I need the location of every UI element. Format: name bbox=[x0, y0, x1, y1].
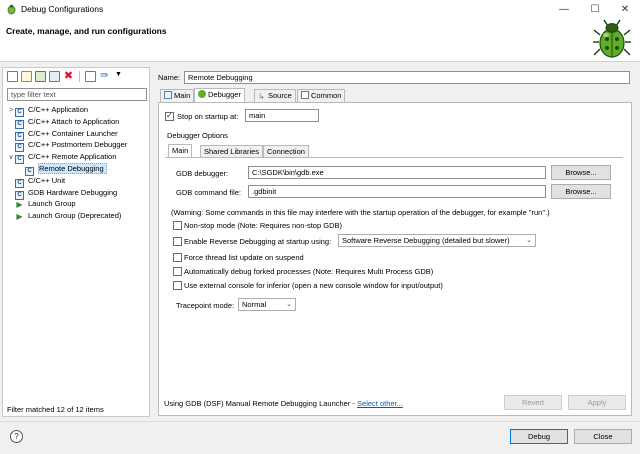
auto-debug-forked-checkbox[interactable] bbox=[173, 267, 182, 276]
tree-item-label: C/C++ Attach to Application bbox=[28, 116, 120, 126]
tree-item[interactable]: ∨ C C/C++ Remote Application bbox=[7, 151, 117, 165]
select-other-link[interactable]: Select other... bbox=[357, 399, 403, 408]
help-icon[interactable]: ? bbox=[10, 430, 23, 443]
source-tab-icon: ↳ bbox=[258, 92, 265, 101]
tab-main[interactable]: Main bbox=[160, 89, 195, 102]
chevron-down-icon[interactable]: ▼ bbox=[115, 71, 122, 78]
gdb-debugger-browse-button[interactable]: Browse... bbox=[551, 165, 611, 180]
inner-tab-divider bbox=[165, 157, 623, 158]
dialog-heading: Create, manage, and run configurations bbox=[6, 26, 167, 36]
inner-tab-connection[interactable]: Connection bbox=[263, 145, 309, 157]
tab-common[interactable]: Common bbox=[297, 89, 346, 102]
reverse-debugging-checkbox[interactable] bbox=[173, 237, 182, 246]
tree-item[interactable]: > C C/C++ Application bbox=[7, 104, 89, 117]
close-button[interactable]: Close bbox=[574, 429, 632, 444]
minimize-button[interactable]: — bbox=[549, 0, 579, 19]
close-window-button[interactable]: ✕ bbox=[610, 0, 640, 19]
inner-tab-shared-libraries[interactable]: Shared Libraries bbox=[200, 145, 264, 157]
tree-item-label: Launch Group bbox=[28, 199, 76, 209]
gdb-command-file-label: GDB command file: bbox=[176, 188, 242, 197]
reverse-debugging-select[interactable]: Software Reverse Debugging (detailed but… bbox=[338, 234, 536, 247]
auto-debug-forked-label: Automatically debug forked processes (No… bbox=[184, 267, 434, 276]
tree-item-label: C/C++ Postmortem Debugger bbox=[28, 140, 128, 150]
inner-tab-main[interactable]: Main bbox=[168, 144, 193, 157]
tree-item[interactable]: C Remote Debugging bbox=[17, 163, 107, 176]
debug-app-icon bbox=[7, 4, 16, 15]
gdb-debugger-input[interactable]: C:\SGDK\bin\gdb.exe bbox=[248, 166, 546, 179]
filter-icon[interactable]: ⇛ bbox=[100, 71, 111, 82]
tracepoint-mode-select[interactable]: Normal ⌄ bbox=[238, 298, 296, 311]
tree-item[interactable]: C GDB Hardware Debugging bbox=[7, 187, 118, 200]
configuration-list-panel: ✖ ⇛ ▼ type filter text > C C/C++ Applicati… bbox=[2, 67, 150, 417]
title-bar: Debug Configurations — ☐ ✕ bbox=[0, 0, 640, 19]
tree-item[interactable]: C C/C++ Container Launcher bbox=[7, 128, 118, 141]
non-stop-mode-checkbox[interactable] bbox=[173, 221, 182, 230]
force-thread-update-label: Force thread list update on suspend bbox=[184, 253, 304, 262]
reverse-debugging-label: Enable Reverse Debugging at startup usin… bbox=[184, 237, 332, 246]
collapse-all-icon[interactable] bbox=[85, 71, 96, 82]
main-tab-icon bbox=[164, 91, 172, 99]
stop-on-startup-label: Stop on startup at: bbox=[177, 112, 239, 121]
tab-source[interactable]: ↳ Source bbox=[254, 89, 296, 102]
gdb-command-file-input[interactable]: .gdbinit bbox=[248, 185, 546, 198]
debug-button[interactable]: Debug bbox=[510, 429, 568, 444]
footer-divider bbox=[0, 421, 640, 422]
revert-button[interactable]: Revert bbox=[504, 395, 562, 410]
common-tab-icon bbox=[301, 91, 309, 99]
launch-group-icon: ▶ bbox=[16, 212, 23, 222]
external-console-label: Use external console for inferior (open … bbox=[184, 281, 443, 290]
dialog-header: Create, manage, and run configurations bbox=[0, 19, 640, 62]
tree-item-label: C/C++ Container Launcher bbox=[28, 128, 118, 138]
bug-icon bbox=[593, 19, 631, 58]
tree-item-label: C/C++ Application bbox=[28, 105, 89, 114]
gdb-debugger-label: GDB debugger: bbox=[176, 169, 229, 178]
tree-item-label: C/C++ Unit bbox=[28, 175, 66, 185]
tree-item[interactable]: C C/C++ Unit bbox=[7, 175, 66, 188]
stop-on-startup-checkbox[interactable] bbox=[165, 111, 174, 121]
tree-item[interactable]: ▶ Launch Group (Deprecated) bbox=[7, 210, 121, 221]
window-title: Debug Configurations bbox=[21, 4, 104, 14]
filter-status: Filter matched 12 of 12 items bbox=[7, 405, 104, 414]
duplicate-icon[interactable] bbox=[49, 71, 60, 82]
chevron-right-icon[interactable]: > bbox=[7, 105, 15, 116]
tree-item[interactable]: ▶ Launch Group bbox=[7, 198, 76, 210]
name-label: Name: bbox=[158, 73, 181, 82]
tree-item-label: Remote Debugging bbox=[38, 163, 107, 174]
tracepoint-mode-label: Tracepoint mode: bbox=[176, 301, 235, 310]
toolbar-divider bbox=[79, 71, 80, 82]
debugger-options-label: Debugger Options bbox=[167, 131, 228, 140]
external-console-checkbox[interactable] bbox=[173, 281, 182, 290]
maximize-button[interactable]: ☐ bbox=[580, 0, 610, 19]
chevron-down-icon[interactable]: ∨ bbox=[7, 152, 15, 163]
new-configuration-icon[interactable] bbox=[7, 71, 18, 82]
export-icon[interactable] bbox=[35, 71, 46, 82]
new-prototype-icon[interactable] bbox=[21, 71, 32, 82]
tree-item-label: C/C++ Remote Application bbox=[28, 152, 117, 162]
tab-debugger[interactable]: Debugger bbox=[194, 88, 245, 102]
launcher-text: Using GDB (DSF) Manual Remote Debugging … bbox=[164, 399, 403, 408]
warning-text: (Warning: Some commands in this file may… bbox=[171, 208, 550, 217]
filter-input[interactable]: type filter text bbox=[7, 88, 147, 101]
tree-item[interactable]: C C/C++ Attach to Application bbox=[7, 116, 120, 129]
delete-icon[interactable]: ✖ bbox=[63, 71, 74, 82]
chevron-down-icon: ⌄ bbox=[526, 237, 532, 244]
tree-item-label: Launch Group (Deprecated) bbox=[28, 211, 122, 221]
non-stop-mode-label: Non-stop mode (Note: Requires non-stop G… bbox=[184, 221, 342, 230]
name-input[interactable]: Remote Debugging bbox=[184, 71, 630, 84]
gdb-command-file-browse-button[interactable]: Browse... bbox=[551, 184, 611, 199]
apply-button[interactable]: Apply bbox=[568, 395, 626, 410]
force-thread-update-checkbox[interactable] bbox=[173, 253, 182, 262]
stop-on-startup-input[interactable]: main bbox=[245, 109, 319, 122]
tree-item[interactable]: C C/C++ Postmortem Debugger bbox=[7, 139, 128, 153]
tree-item-label: GDB Hardware Debugging bbox=[28, 187, 118, 197]
debugger-tab-icon bbox=[198, 90, 206, 98]
chevron-down-icon: ⌄ bbox=[286, 301, 292, 308]
launch-group-icon: ▶ bbox=[16, 200, 23, 210]
